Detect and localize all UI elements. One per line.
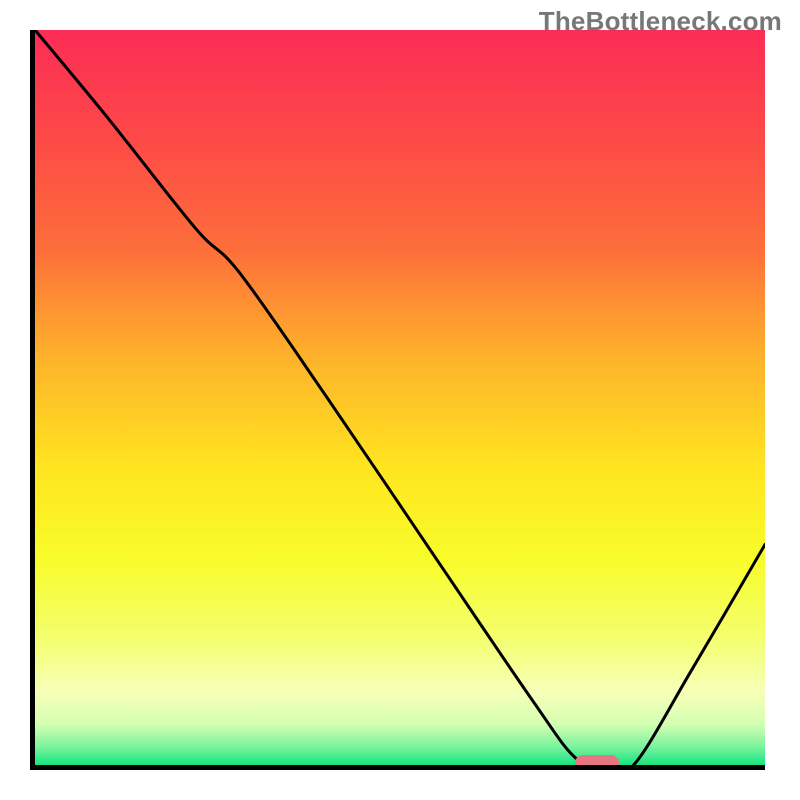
y-axis: [30, 30, 35, 770]
chart-container: TheBottleneck.com: [0, 0, 800, 800]
optimal-marker: [575, 755, 619, 765]
x-axis: [30, 765, 765, 770]
watermark-text: TheBottleneck.com: [539, 6, 782, 37]
bottleneck-curve: [35, 30, 765, 765]
plot-area: [35, 30, 765, 765]
